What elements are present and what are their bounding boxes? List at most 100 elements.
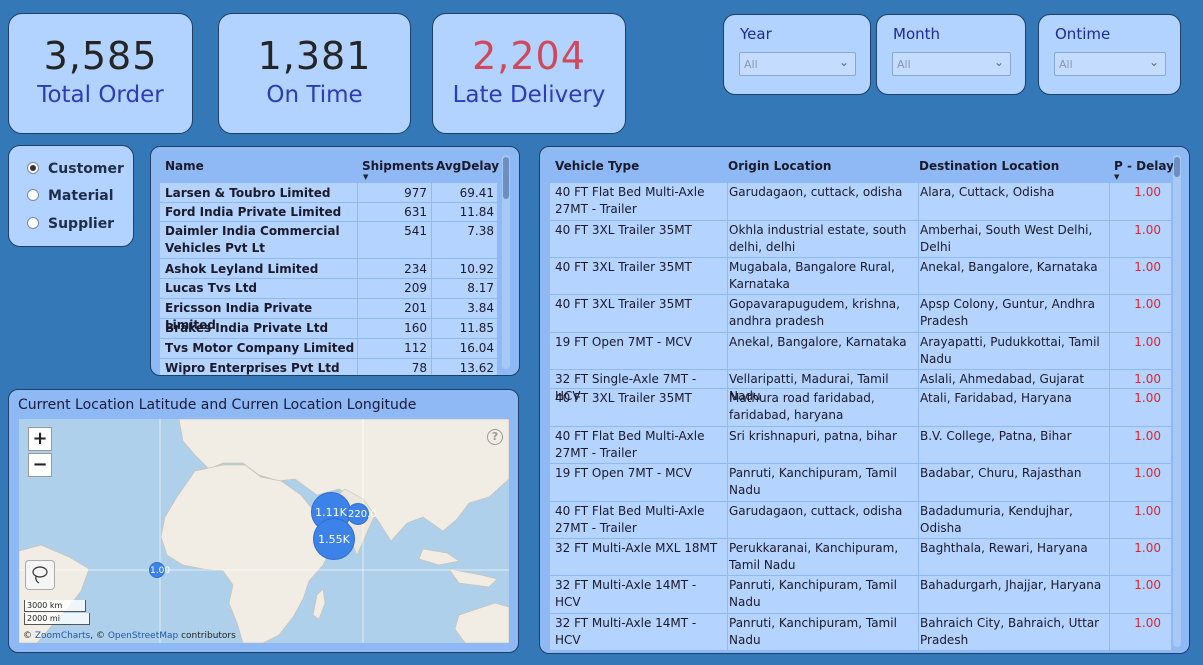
cell-vehicle-type: 32 FT Multi-Axle 14MT - HCV [555,578,697,609]
col-header-p-delay[interactable]: P - Delay [1114,159,1174,173]
cell-shipments: 977 [404,186,427,200]
zoom-in-button[interactable]: + [28,427,52,451]
radio-material[interactable]: Material [27,188,114,204]
year-dropdown[interactable]: All ⌄ [739,52,856,76]
cell-destination: Badabar, Churu, Rajasthan [920,466,1082,480]
cell-vehicle-type: 19 FT Open 7MT - MCV [555,335,693,349]
customer-table-scrollbar[interactable] [502,155,510,369]
kpi-total-order-value: 3,585 [43,34,158,78]
cell-p-delay: 1.00 [1134,429,1161,443]
col-header-shipments[interactable]: Shipments [362,159,434,173]
kpi-late-delivery-value: 2,204 [472,34,586,78]
openstreetmap-link[interactable]: OpenStreetMap [108,631,178,641]
cell-origin: Panruti, Kanchipuram, Tamil Nadu [729,466,897,497]
month-dropdown-value: All [897,58,911,71]
scrollbar-thumb[interactable] [503,157,509,199]
lasso-select-icon[interactable] [25,560,55,590]
cell-name: Wipro Enterprises Pvt Ltd [165,361,340,375]
cell-destination: Badadumuria, Kendujhar, Odisha [920,504,1073,535]
cell-avgdelay: 8.17 [467,281,494,295]
attribution-prefix: © [23,631,35,641]
cell-origin: Sri krishnapuri, patna, bihar [729,429,897,443]
cell-destination: Atali, Faridabad, Haryana [920,391,1072,405]
map-bubble[interactable]: 1.00 [149,562,170,578]
cell-origin: Panruti, Kanchipuram, Tamil Nadu [729,616,897,647]
cell-p-delay: 1.00 [1134,223,1161,237]
attribution-mid: , © [90,631,108,641]
cell-name: Ford India Private Limited [165,205,342,219]
cell-origin: Okhla industrial estate, south delhi, de… [729,223,907,254]
col-header-name[interactable]: Name [165,159,204,173]
vehicle-table-scrollbar[interactable] [1173,155,1181,647]
cell-shipments: 201 [404,301,427,315]
cell-shipments: 78 [411,361,427,375]
kpi-late-delivery-label: Late Delivery [452,82,606,108]
cell-p-delay: 1.00 [1134,185,1161,199]
cell-destination: Amberhai, South West Delhi, Delhi [920,223,1093,254]
radio-supplier[interactable]: Supplier [27,216,114,232]
customer-table-body: Larsen & Toubro Limited 977 69.41 Ford I… [160,183,497,375]
location-map[interactable]: + − ? 1.11K 220.0 1.55K 1.00 3000 km 200… [19,419,509,643]
cell-destination: Arayapatti, Pudukkottai, Tamil Nadu [920,335,1100,366]
cell-p-delay: 1.00 [1134,616,1161,630]
chevron-down-icon: ⌄ [1148,55,1159,69]
cell-p-delay: 1.00 [1134,260,1161,274]
col-header-origin[interactable]: Origin Location [728,159,831,173]
chevron-down-icon: ⌄ [838,55,849,69]
vehicle-table-body: 40 FT Flat Bed Multi-Axle 27MT - Trailer… [550,183,1171,653]
cell-p-delay: 1.00 [1134,335,1161,349]
cell-p-delay: 1.00 [1134,541,1161,555]
slicer-year: Year All ⌄ [723,14,871,95]
cell-name: Tvs Motor Company Limited [165,341,355,355]
zoom-out-button[interactable]: − [28,453,52,477]
kpi-on-time-value: 1,381 [257,34,372,78]
cell-shipments: 541 [404,224,427,238]
help-icon[interactable]: ? [487,429,503,445]
cell-destination: Bahraich City, Bahraich, Uttar Pradesh [920,616,1100,647]
radio-customer-label: Customer [48,161,124,177]
kpi-on-time-label: On Time [266,82,363,108]
slicer-month: Month All ⌄ [876,14,1026,95]
map-bubble[interactable]: 1.55K [313,518,355,560]
scrollbar-thumb[interactable] [1174,157,1180,177]
ontime-dropdown[interactable]: All ⌄ [1054,52,1166,76]
zoomcharts-link[interactable]: ZoomCharts [35,631,90,641]
cell-name: Ashok Leyland Limited [165,262,319,276]
col-header-vehicle-type[interactable]: Vehicle Type [555,159,639,173]
slicer-year-title: Year [740,25,772,43]
month-dropdown[interactable]: All ⌄ [892,52,1011,76]
radio-customer[interactable]: Customer [27,161,124,177]
radio-unselected-icon [27,189,39,201]
cell-p-delay: 1.00 [1134,578,1161,592]
radio-unselected-icon [27,217,39,229]
ontime-dropdown-value: All [1059,58,1073,71]
cell-vehicle-type: 40 FT Flat Bed Multi-Axle 27MT - Trailer [555,429,705,460]
customer-table: Name Shipments ▼ AvgDelay Larsen & Toubr… [150,146,520,376]
cell-name: Daimler India Commercial Vehicles Pvt Lt [165,224,340,255]
dimension-selector: Customer Material Supplier [8,145,134,247]
cell-destination: Bahadurgarh, Jhajjar, Haryana [920,578,1102,592]
cell-origin: Perukkaranai, Kanchipuram, Tamil Nadu [729,541,899,572]
cell-p-delay: 1.00 [1134,391,1161,405]
cell-name: Larsen & Toubro Limited [165,186,331,200]
kpi-late-delivery: 2,204 Late Delivery [432,13,626,134]
vehicle-table: Vehicle Type Origin Location Destination… [539,146,1190,654]
cell-avgdelay: 3.84 [467,301,494,315]
cell-destination: B.V. College, Patna, Bihar [920,429,1072,443]
radio-supplier-label: Supplier [48,216,115,232]
attribution-suffix: contributors [178,631,236,641]
cell-destination: Alara, Cuttack, Odisha [920,185,1055,199]
map-bubble[interactable]: 220.0 [347,503,377,525]
slicer-ontime-title: Ontime [1055,25,1111,43]
location-map-card: Current Location Latitude and Curren Loc… [8,389,519,653]
cell-origin: Panruti, Kanchipuram, Tamil Nadu [729,578,897,609]
cell-name: Lucas Tvs Ltd [165,281,258,295]
col-header-avgdelay[interactable]: AvgDelay [436,159,499,173]
cell-origin: Garudagaon, cuttack, odisha [729,185,903,199]
chevron-down-icon: ⌄ [993,55,1004,69]
cell-destination: Baghthala, Rewari, Haryana [920,541,1088,555]
col-header-destination[interactable]: Destination Location [919,159,1059,173]
cell-avgdelay: 7.38 [467,224,494,238]
slicer-ontime: Ontime All ⌄ [1038,14,1181,95]
cell-avgdelay: 10.92 [459,262,494,276]
